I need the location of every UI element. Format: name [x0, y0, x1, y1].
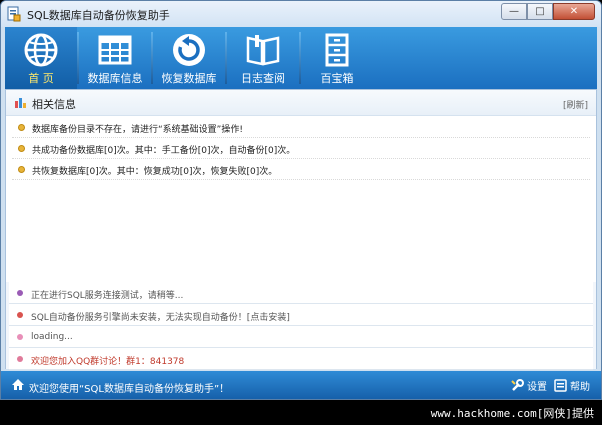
home-icon — [12, 379, 24, 390]
window-title: SQL数据库自动备份恢复助手 — [27, 9, 170, 22]
help-button[interactable]: 帮助 — [554, 378, 590, 393]
status-text[interactable]: SQL自动备份服务引擎尚未安装，无法实现自动备份！[点击安装] — [31, 310, 290, 323]
toolbar-log-label: 日志查阅 — [241, 72, 285, 85]
settings-button[interactable]: 设置 — [511, 378, 547, 393]
toolbar-restore-button[interactable]: 恢复数据库 — [153, 27, 225, 89]
status-row: loading... — [9, 326, 593, 348]
status-list: 正在进行SQL服务连接测试，请稍等... SQL自动备份服务引擎尚未安装，无法实… — [6, 282, 596, 370]
toolbar-restore-label: 恢复数据库 — [161, 72, 217, 85]
status-text: 正在进行SQL服务连接测试，请稍等... — [31, 291, 184, 301]
list-item: 共成功备份数据库[0]次。其中：手工备份[0]次，自动备份[0]次。 — [12, 138, 590, 159]
maximize-button[interactable]: □ — [527, 3, 553, 20]
status-row: 欢迎您加入QQ群讨论！群1：841378 — [9, 348, 593, 370]
status-dot-icon — [17, 334, 23, 340]
toolbar-database-info-button[interactable]: 数据库信息 — [79, 27, 151, 89]
bullet-icon — [18, 124, 25, 131]
message-text: 数据库备份目录不存在，请进行“系统基础设置”操作! — [32, 125, 243, 135]
bullet-icon — [18, 166, 25, 173]
database-grid-icon — [98, 35, 132, 65]
message-text: 共成功备份数据库[0]次。其中：手工备份[0]次，自动备份[0]次。 — [32, 146, 296, 156]
status-dot-icon — [17, 312, 23, 318]
chart-icon — [15, 98, 26, 108]
watermark-text: www.hackhome.com[网侠]提供 — [430, 407, 594, 420]
welcome-text: 欢迎您使用“SQL数据库自动备份恢复助手”！ — [29, 384, 230, 395]
toolbar-database-info-label: 数据库信息 — [87, 72, 143, 85]
status-row: 正在进行SQL服务连接测试，请稍等... — [9, 282, 593, 304]
toolbar-toolbox-label: 百宝箱 — [320, 72, 354, 85]
close-button[interactable]: ✕ — [553, 3, 595, 20]
close-icon: ✕ — [569, 6, 579, 17]
watermark-bar: www.hackhome.com[网侠]提供 — [0, 400, 602, 425]
app-icon — [7, 6, 21, 22]
maximize-icon: □ — [535, 6, 545, 17]
status-row[interactable]: SQL自动备份服务引擎尚未安装，无法实现自动备份！[点击安装] — [9, 304, 593, 326]
book-icon — [246, 35, 280, 66]
status-text: loading... — [31, 332, 73, 342]
restore-icon — [173, 34, 205, 66]
minimize-icon: — — [509, 6, 519, 17]
help-icon — [554, 379, 567, 392]
status-text: 欢迎您加入QQ群讨论！群1：841378 — [31, 357, 185, 367]
cabinet-icon — [325, 33, 349, 67]
status-dot-icon — [17, 356, 23, 362]
status-dot-icon — [17, 290, 23, 296]
toolbar-toolbox-button[interactable]: 百宝箱 — [301, 27, 373, 89]
message-text: 共恢复数据库[0]次。其中：恢复成功[0]次，恢复失败[0]次。 — [32, 167, 278, 177]
window-controls: — □ ✕ — [501, 3, 595, 20]
list-item: 数据库备份目录不存在，请进行“系统基础设置”操作! — [12, 117, 590, 138]
message-list: 数据库备份目录不存在，请进行“系统基础设置”操作! 共成功备份数据库[0]次。其… — [6, 117, 596, 282]
toolbar-home-button[interactable]: 首 页 — [5, 27, 77, 89]
title-bar: SQL数据库自动备份恢复助手 — □ ✕ — [1, 1, 601, 27]
settings-label: 设置 — [527, 382, 547, 393]
info-panel-title: 相关信息 — [32, 98, 76, 111]
minimize-button[interactable]: — — [501, 3, 527, 20]
globe-icon — [24, 33, 58, 67]
refresh-link[interactable]: [刷新] — [563, 98, 588, 111]
info-panel: 相关信息 [刷新] 数据库备份目录不存在，请进行“系统基础设置”操作! 共成功备… — [5, 89, 597, 370]
toolbar-log-button[interactable]: 日志查阅 — [227, 27, 299, 89]
list-item: 共恢复数据库[0]次。其中：恢复成功[0]次，恢复失败[0]次。 — [12, 159, 590, 180]
app-window: SQL数据库自动备份恢复助手 — □ ✕ 首 页 数据库信息 恢复数据库 日志查… — [0, 0, 602, 400]
wrench-icon — [511, 379, 524, 391]
footer-bar: 欢迎您使用“SQL数据库自动备份恢复助手”！ 设置 帮助 — [1, 371, 601, 399]
toolbar-home-label: 首 页 — [28, 72, 54, 85]
main-toolbar: 首 页 数据库信息 恢复数据库 日志查阅 百宝箱 — [5, 27, 597, 89]
help-label: 帮助 — [570, 382, 590, 393]
bullet-icon — [18, 145, 25, 152]
info-panel-header: 相关信息 [刷新] — [6, 90, 596, 116]
